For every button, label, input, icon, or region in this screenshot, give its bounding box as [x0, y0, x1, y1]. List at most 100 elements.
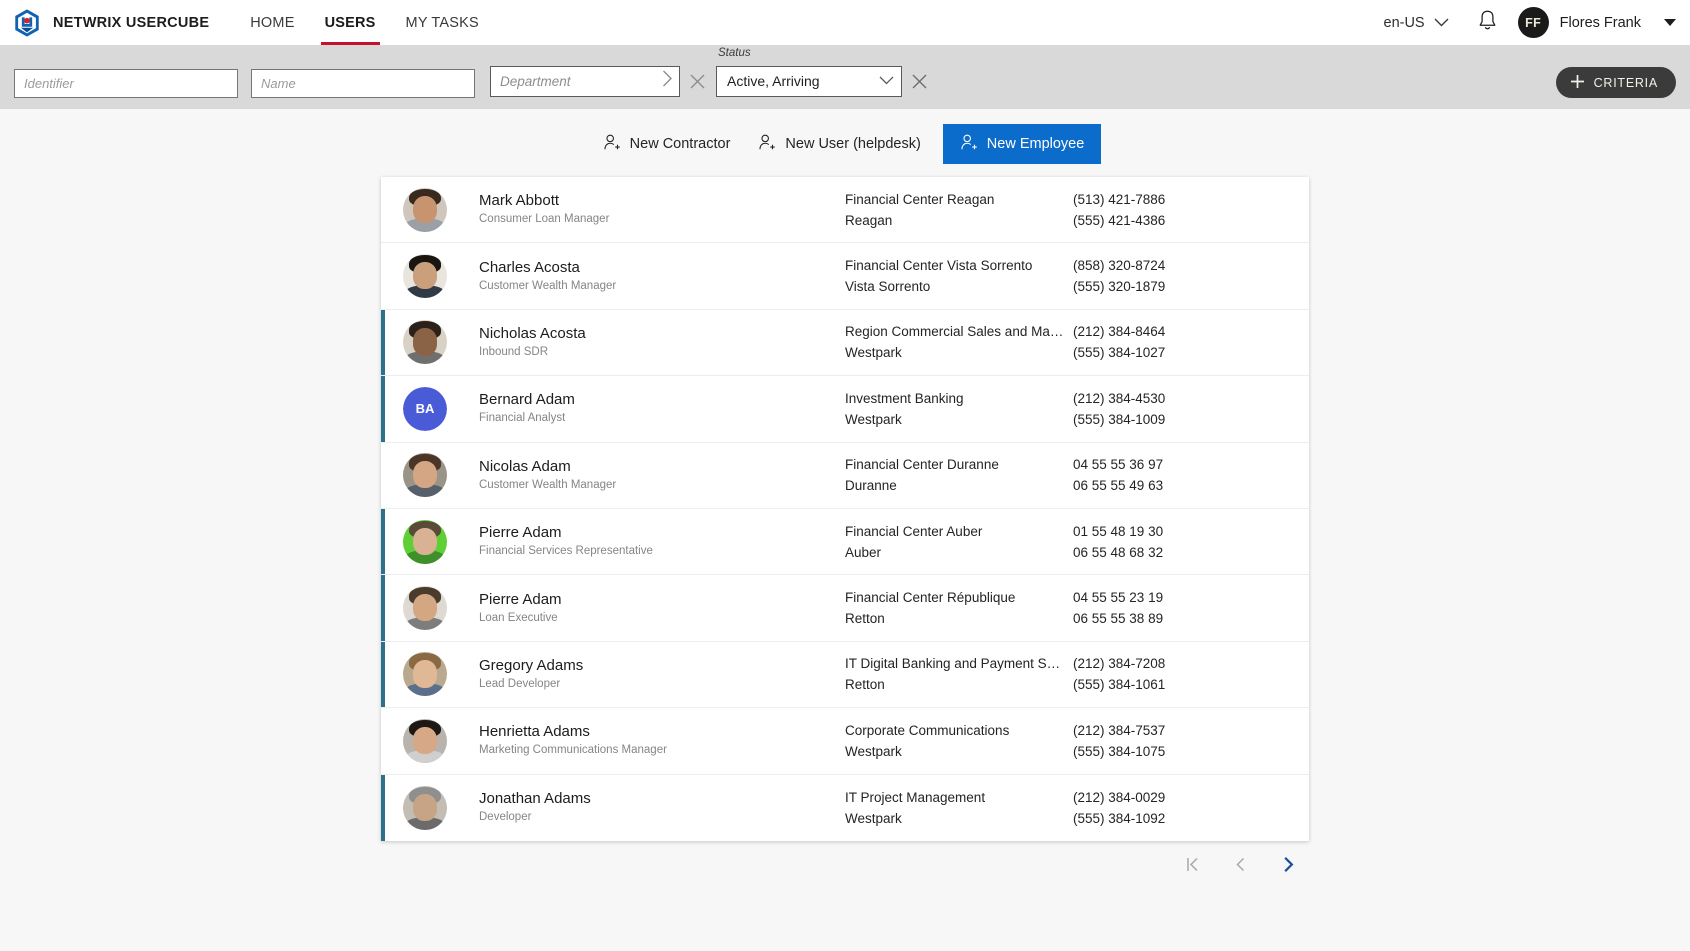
brand[interactable]: NETWRIX USERCUBE — [12, 8, 209, 38]
user-phone-primary: (513) 421-7886 — [1073, 189, 1243, 210]
chevron-right-icon[interactable] — [662, 70, 673, 92]
user-name: Gregory Adams — [479, 657, 845, 675]
user-contact: (212) 384-0029(555) 384-1092 — [1073, 787, 1243, 829]
user-contact: (513) 421-7886(555) 421-4386 — [1073, 189, 1243, 231]
user-identity: Pierre AdamFinancial Services Representa… — [447, 524, 845, 559]
user-name: Bernard Adam — [479, 391, 845, 409]
user-phone-secondary: (555) 320-1879 — [1073, 276, 1243, 297]
chevron-left-icon — [1232, 856, 1249, 876]
user-organization: Financial Center ReaganReagan — [845, 189, 1073, 231]
user-site: Retton — [845, 608, 1073, 629]
user-add-icon — [758, 133, 776, 155]
table-row[interactable]: Gregory AdamsLead DeveloperIT Digital Ba… — [381, 642, 1309, 708]
user-phone-secondary: (555) 384-1027 — [1073, 342, 1243, 363]
main-content: New Contractor New User (helpdesk) N — [0, 109, 1690, 951]
table-row[interactable]: Charles AcostaCustomer Wealth ManagerFin… — [381, 243, 1309, 309]
user-phone-secondary: 06 55 55 49 63 — [1073, 475, 1243, 496]
user-identity: Pierre AdamLoan Executive — [447, 591, 845, 626]
user-name: Charles Acosta — [479, 259, 845, 277]
user-phone-secondary: (555) 384-1092 — [1073, 808, 1243, 829]
department-label — [490, 47, 714, 61]
user-phone-primary: 01 55 48 19 30 — [1073, 521, 1243, 542]
user-phone-primary: (212) 384-7537 — [1073, 720, 1243, 741]
notification-bell-icon — [1477, 9, 1498, 37]
user-phone-primary: (858) 320-8724 — [1073, 255, 1243, 276]
table-row[interactable]: Nicolas AdamCustomer Wealth ManagerFinan… — [381, 443, 1309, 509]
avatar: FF — [1518, 7, 1549, 38]
user-organization: Financial Center RépubliqueRetton — [845, 587, 1073, 629]
new-contractor-label: New Contractor — [630, 136, 731, 152]
table-row[interactable]: Pierre AdamLoan ExecutiveFinancial Cente… — [381, 575, 1309, 641]
user-contact: (212) 384-8464(555) 384-1027 — [1073, 321, 1243, 363]
user-name: Henrietta Adams — [479, 723, 845, 741]
user-identity: Mark AbbottConsumer Loan Manager — [447, 192, 845, 227]
user-identity: Bernard AdamFinancial Analyst — [447, 391, 845, 426]
user-site: Westpark — [845, 342, 1073, 363]
locale-selector[interactable]: en-US — [1372, 15, 1461, 31]
avatar — [403, 520, 447, 564]
user-phone-primary: 04 55 55 36 97 — [1073, 454, 1243, 475]
status-field-group: Status Active, Arriving — [716, 47, 936, 98]
table-row[interactable]: Mark AbbottConsumer Loan ManagerFinancia… — [381, 177, 1309, 243]
avatar — [403, 188, 447, 232]
next-page-button[interactable] — [1267, 849, 1309, 883]
nav-item-home[interactable]: HOME — [235, 0, 309, 45]
user-organization: IT Digital Banking and Payment S…Retton — [845, 653, 1073, 695]
action-buttons-row: New Contractor New User (helpdesk) N — [0, 109, 1690, 164]
first-page-icon — [1184, 856, 1201, 876]
table-row[interactable]: Nicholas AcostaInbound SDRRegion Commerc… — [381, 310, 1309, 376]
status-select[interactable]: Active, Arriving — [716, 66, 902, 97]
chevron-down-icon[interactable] — [879, 72, 894, 90]
status-clear-button[interactable] — [902, 64, 936, 98]
user-identity: Nicholas AcostaInbound SDR — [447, 325, 845, 360]
user-phone-secondary: (555) 384-1061 — [1073, 674, 1243, 695]
nav-item-users[interactable]: USERS — [310, 0, 391, 45]
avatar — [403, 254, 447, 298]
new-user-helpdesk-button[interactable]: New User (helpdesk) — [744, 124, 934, 164]
user-site: Westpark — [845, 808, 1073, 829]
user-phone-primary: (212) 384-8464 — [1073, 321, 1243, 342]
department-clear-button[interactable] — [680, 64, 714, 98]
user-identity: Nicolas AdamCustomer Wealth Manager — [447, 458, 845, 493]
user-organization: Financial Center AuberAuber — [845, 521, 1073, 563]
user-department: Corporate Communications — [845, 720, 1073, 741]
user-department: Investment Banking — [845, 388, 1073, 409]
user-contact: 04 55 55 23 1906 55 55 38 89 — [1073, 587, 1243, 629]
identifier-field-group — [14, 52, 238, 98]
user-job-title: Developer — [479, 809, 845, 825]
identifier-input[interactable] — [14, 69, 238, 98]
previous-page-button — [1219, 849, 1261, 883]
table-row[interactable]: Pierre AdamFinancial Services Representa… — [381, 509, 1309, 575]
table-row[interactable]: Jonathan AdamsDeveloperIT Project Manage… — [381, 775, 1309, 841]
notifications-button[interactable] — [1461, 9, 1514, 37]
user-contact: (858) 320-8724(555) 320-1879 — [1073, 255, 1243, 297]
user-add-icon — [603, 133, 621, 155]
user-add-icon — [960, 133, 978, 155]
table-row[interactable]: BABernard AdamFinancial AnalystInvestmen… — [381, 376, 1309, 442]
department-field-group: Department — [490, 47, 714, 98]
add-criteria-label: CRITERIA — [1594, 76, 1658, 90]
new-contractor-button[interactable]: New Contractor — [589, 124, 745, 164]
user-menu[interactable]: FF Flores Frank — [1514, 7, 1676, 38]
name-input[interactable] — [251, 69, 475, 98]
department-value: Department — [500, 74, 662, 89]
department-picker[interactable]: Department — [490, 66, 680, 97]
chevron-down-icon — [1434, 15, 1449, 31]
user-phone-primary: (212) 384-7208 — [1073, 653, 1243, 674]
table-row[interactable]: Henrietta AdamsMarketing Communications … — [381, 708, 1309, 774]
user-department: Financial Center Vista Sorrento — [845, 255, 1073, 276]
user-contact: (212) 384-4530(555) 384-1009 — [1073, 388, 1243, 430]
avatar-initials: BA — [403, 387, 447, 431]
user-phone-primary: (212) 384-0029 — [1073, 787, 1243, 808]
user-identity: Henrietta AdamsMarketing Communications … — [447, 723, 845, 758]
user-contact: 04 55 55 36 9706 55 55 49 63 — [1073, 454, 1243, 496]
add-criteria-button[interactable]: CRITERIA — [1556, 67, 1676, 98]
avatar: BA — [403, 387, 447, 431]
user-organization: IT Project ManagementWestpark — [845, 787, 1073, 829]
new-employee-button[interactable]: New Employee — [943, 124, 1102, 164]
nav-item-my-tasks[interactable]: MY TASKS — [391, 0, 494, 45]
user-department: Financial Center Auber — [845, 521, 1073, 542]
user-organization: Investment BankingWestpark — [845, 388, 1073, 430]
avatar — [403, 719, 447, 763]
user-identity: Charles AcostaCustomer Wealth Manager — [447, 259, 845, 294]
